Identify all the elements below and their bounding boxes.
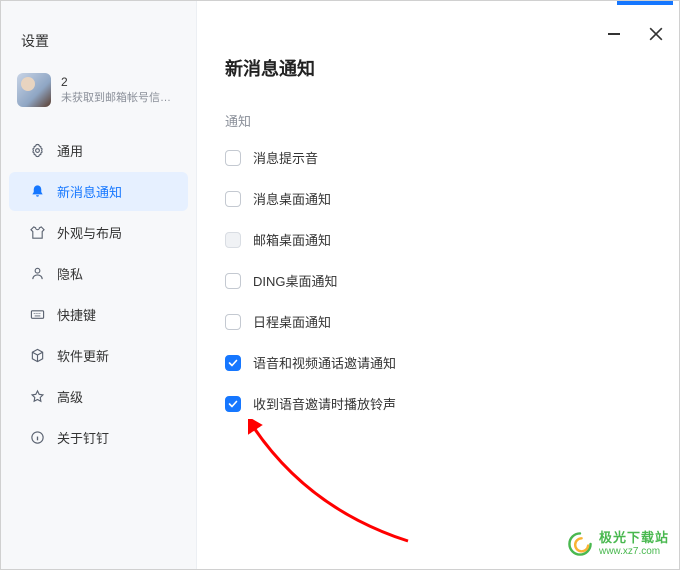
avatar [17,73,51,107]
info-icon [29,430,45,446]
option-label: 邮箱桌面通知 [253,230,331,249]
page-title: 新消息通知 [225,55,679,81]
watermark-text: 极光下载站 [599,531,669,545]
gear-icon [29,143,45,159]
sidebar-item-7[interactable]: 关于钉钉 [9,418,188,457]
option-row-2[interactable]: 邮箱桌面通知 [225,230,679,249]
person-icon [29,266,45,282]
option-row-5[interactable]: 语音和视频通话邀请通知 [225,353,679,372]
option-row-3[interactable]: DING桌面通知 [225,271,679,290]
checkbox[interactable] [225,191,241,207]
watermark-url: www.xz7.com [599,546,669,557]
sidebar-item-label: 外观与布局 [57,223,122,242]
sidebar-item-label: 新消息通知 [57,182,122,201]
sidebar-item-0[interactable]: 通用 [9,131,188,170]
option-label: 日程桌面通知 [253,312,331,331]
watermark-logo-icon [567,531,593,557]
watermark: 极光下载站 www.xz7.com [567,531,669,557]
option-label: 消息提示音 [253,148,318,167]
sidebar-item-label: 通用 [57,141,83,160]
shirt-icon [29,225,45,241]
option-label: 消息桌面通知 [253,189,331,208]
sidebar-item-4[interactable]: 快捷键 [9,295,188,334]
option-label: 语音和视频通话邀请通知 [253,353,396,372]
checkbox[interactable] [225,314,241,330]
sidebar-item-label: 隐私 [57,264,83,283]
checkbox[interactable] [225,396,241,412]
option-row-0[interactable]: 消息提示音 [225,148,679,167]
sidebar-item-3[interactable]: 隐私 [9,254,188,293]
checkbox[interactable] [225,232,241,248]
option-label: DING桌面通知 [253,271,338,290]
profile-subtitle: 未获取到邮箱帐号信息... [61,91,179,105]
checkbox[interactable] [225,355,241,371]
bell-icon [29,184,45,200]
sidebar: 设置 2 未获取到邮箱帐号信息... 通用新消息通知外观与布局隐私快捷键软件更新… [1,1,197,569]
sidebar-item-label: 快捷键 [57,305,96,324]
star-icon [29,389,45,405]
option-row-1[interactable]: 消息桌面通知 [225,189,679,208]
option-label: 收到语音邀请时播放铃声 [253,394,396,413]
sidebar-item-2[interactable]: 外观与布局 [9,213,188,252]
sidebar-item-5[interactable]: 软件更新 [9,336,188,375]
section-label: 通知 [225,111,679,130]
sidebar-item-label: 关于钉钉 [57,428,109,447]
option-row-4[interactable]: 日程桌面通知 [225,312,679,331]
package-icon [29,348,45,364]
sidebar-item-label: 高级 [57,387,83,406]
sidebar-item-label: 软件更新 [57,346,109,365]
option-row-6[interactable]: 收到语音邀请时播放铃声 [225,394,679,413]
window-title: 设置 [1,25,196,69]
profile-block[interactable]: 2 未获取到邮箱帐号信息... [1,69,196,121]
sidebar-item-6[interactable]: 高级 [9,377,188,416]
checkbox[interactable] [225,273,241,289]
checkbox[interactable] [225,150,241,166]
sidebar-item-1[interactable]: 新消息通知 [9,172,188,211]
main-panel: 新消息通知 通知 消息提示音消息桌面通知邮箱桌面通知 DING桌面通知日程桌面通知… [197,1,679,569]
keyboard-icon [29,307,45,323]
profile-name: 2 [61,75,179,91]
